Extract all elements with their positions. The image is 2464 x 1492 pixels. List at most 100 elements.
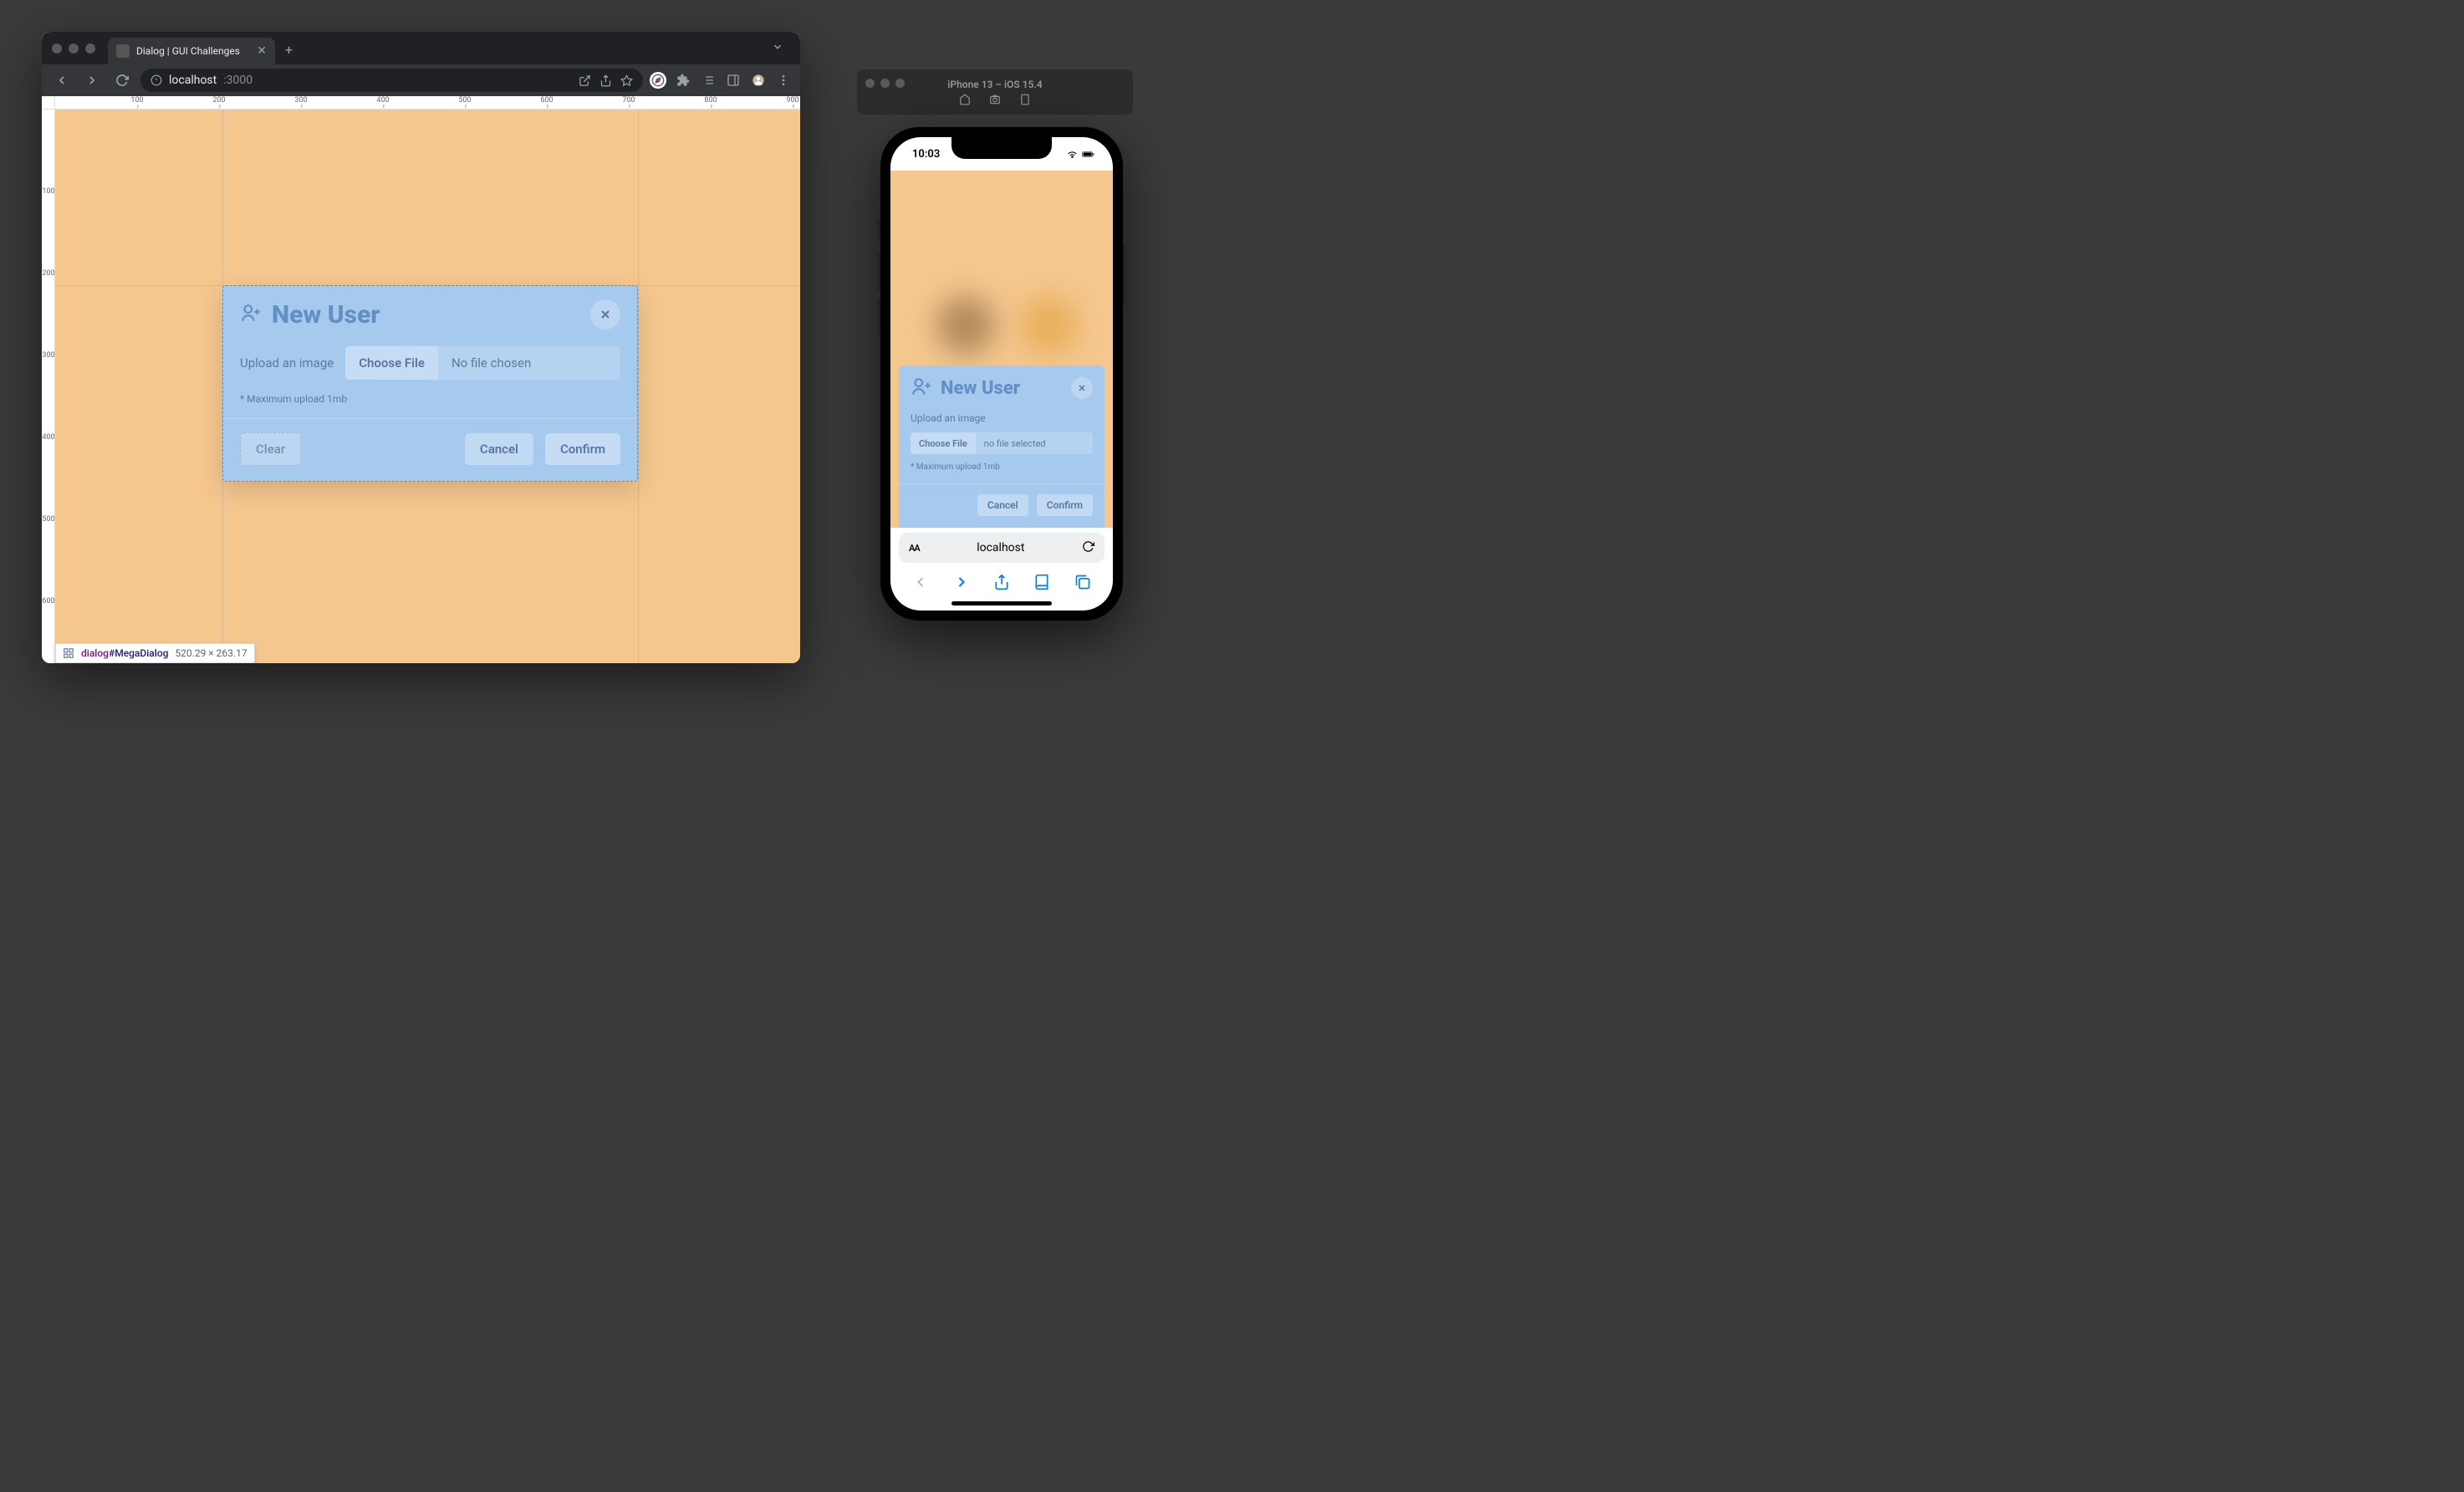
safari-reader-button[interactable]: AA	[909, 543, 920, 554]
iphone-volume-down[interactable]	[878, 299, 880, 337]
add-user-icon	[911, 376, 932, 401]
mobile-dialog-footer: Cancel Confirm	[899, 483, 1104, 524]
ruler-horizontal: 100 200 300 400 500 600 700 800 900	[55, 96, 800, 110]
ruler-tick: 100	[42, 187, 55, 196]
iphone-mute-switch[interactable]	[878, 219, 880, 241]
safari-share-button[interactable]	[993, 574, 1010, 590]
devtools-element-badge[interactable]: dialog#MegaDialog 520.29 × 263.17	[55, 643, 255, 663]
simulator-screenshot-icon[interactable]	[989, 94, 1001, 108]
extensions-puzzle-icon[interactable]	[675, 72, 691, 89]
add-user-icon	[240, 302, 262, 327]
star-icon[interactable]	[620, 74, 633, 87]
ruler-vertical: 100 200 300 400 500 600	[42, 110, 55, 663]
upload-label: Upload an image	[240, 355, 334, 370]
url-port: :3000	[223, 74, 253, 87]
upload-row: Upload an image Choose File No file chos…	[240, 346, 620, 380]
dialog-header: New User	[223, 286, 637, 340]
ruler-tick: 200	[212, 96, 225, 105]
ruler-tick: 500	[42, 515, 55, 524]
window-traffic-lights[interactable]	[52, 43, 108, 54]
url-host: localhost	[169, 74, 217, 87]
url-bar[interactable]: localhost :3000	[140, 69, 643, 92]
window-minimize-dot[interactable]	[69, 43, 79, 54]
choose-file-button[interactable]: Choose File	[345, 346, 438, 380]
safari-url-bar[interactable]: AA localhost	[899, 533, 1104, 563]
simulator-home-icon[interactable]	[959, 94, 971, 108]
mobile-dialog-close-button[interactable]	[1071, 377, 1093, 399]
cancel-button[interactable]: Cancel	[465, 433, 533, 465]
simulator-rotate-icon[interactable]	[1019, 94, 1031, 108]
grid-icon	[63, 647, 74, 659]
simulator-titlebar: iPhone 13 – iOS 15.4	[857, 69, 1133, 115]
window-maximize-dot[interactable]	[85, 43, 95, 54]
ruler-tick: 600	[540, 96, 553, 105]
ruler-tick: 300	[42, 351, 55, 360]
element-dimensions: 520.29 × 263.17	[175, 647, 247, 659]
file-input[interactable]: Choose File No file chosen	[345, 346, 620, 380]
mobile-dialog-body: Upload an image Choose File no file sele…	[899, 407, 1104, 477]
ruler-tick: 900	[786, 96, 798, 105]
page-content: New User Upload an image Choose File No …	[55, 110, 800, 663]
ruler-tick: 500	[458, 96, 471, 105]
status-time: 10:03	[912, 148, 940, 161]
nav-forward-button[interactable]	[80, 69, 104, 92]
mobile-dialog-header: New User	[899, 365, 1104, 407]
sidepanel-icon[interactable]	[725, 72, 742, 89]
ruler-tick: 400	[376, 96, 389, 105]
devtools-guide-line	[638, 110, 639, 663]
iphone-power-button[interactable]	[1123, 244, 1125, 303]
browser-tab[interactable]: Dialog | GUI Challenges ✕	[108, 38, 275, 64]
window-maximize-dot[interactable]	[895, 79, 905, 88]
safari-reload-button[interactable]	[1082, 540, 1094, 556]
nav-reload-button[interactable]	[110, 69, 134, 92]
ruler-tick: 100	[130, 96, 143, 105]
mobile-dialog-title: New User	[941, 378, 1063, 399]
ios-simulator-window: iPhone 13 – iOS 15.4 10:03	[857, 69, 1133, 115]
mobile-confirm-button[interactable]: Confirm	[1037, 494, 1093, 516]
safari-url-host: localhost	[920, 541, 1082, 554]
extension-icons	[650, 72, 792, 89]
iphone-volume-up[interactable]	[878, 253, 880, 291]
ruler-tick: 200	[42, 269, 55, 278]
ruler-tick: 300	[294, 96, 307, 105]
share-icon[interactable]	[599, 74, 612, 87]
safari-forward-button[interactable]	[953, 574, 970, 590]
dialog-footer: Clear Cancel Confirm	[223, 418, 637, 481]
simulator-device-title: iPhone 13 – iOS 15.4	[947, 77, 1042, 90]
profile-avatar-icon[interactable]	[750, 72, 767, 89]
wifi-icon	[1066, 150, 1079, 159]
safari-page-content: New User Upload an image Choose File no …	[890, 171, 1113, 528]
extension-compass-icon[interactable]	[650, 72, 666, 89]
nav-back-button[interactable]	[50, 69, 74, 92]
tab-close-icon[interactable]: ✕	[257, 44, 267, 58]
window-close-dot[interactable]	[865, 79, 875, 88]
confirm-button[interactable]: Confirm	[545, 433, 620, 465]
file-chosen-label: No file chosen	[438, 346, 544, 380]
browser-menu-icon[interactable]	[775, 72, 792, 89]
mobile-choose-file-button[interactable]: Choose File	[911, 432, 976, 454]
element-selector: dialog#MegaDialog	[81, 647, 168, 659]
simulator-toolbar	[959, 94, 1031, 108]
browser-tab-strip: Dialog | GUI Challenges ✕ +	[42, 32, 800, 64]
ruler-tick: 800	[704, 96, 717, 105]
tabs-dropdown-button[interactable]	[765, 37, 790, 59]
safari-back-button[interactable]	[912, 574, 929, 590]
window-close-dot[interactable]	[52, 43, 62, 54]
mobile-file-input[interactable]: Choose File no file selected	[911, 432, 1093, 454]
open-external-icon[interactable]	[579, 74, 591, 87]
background-blob	[1020, 296, 1079, 355]
home-indicator[interactable]	[951, 601, 1052, 605]
upload-hint: * Maximum upload 1mb	[240, 393, 620, 405]
new-tab-button[interactable]: +	[275, 42, 303, 58]
safari-tabs-button[interactable]	[1074, 574, 1091, 590]
reading-list-icon[interactable]	[700, 72, 717, 89]
clear-button[interactable]: Clear	[240, 432, 301, 466]
dialog-close-button[interactable]	[590, 299, 620, 330]
ruler-tick: 600	[42, 597, 55, 605]
mobile-cancel-button[interactable]: Cancel	[977, 494, 1028, 516]
safari-bookmarks-button[interactable]	[1033, 574, 1050, 590]
window-minimize-dot[interactable]	[880, 79, 890, 88]
mega-dialog: New User Upload an image Choose File No …	[222, 285, 638, 482]
tab-favicon-icon	[116, 44, 130, 58]
simulator-traffic-lights[interactable]	[865, 79, 905, 88]
